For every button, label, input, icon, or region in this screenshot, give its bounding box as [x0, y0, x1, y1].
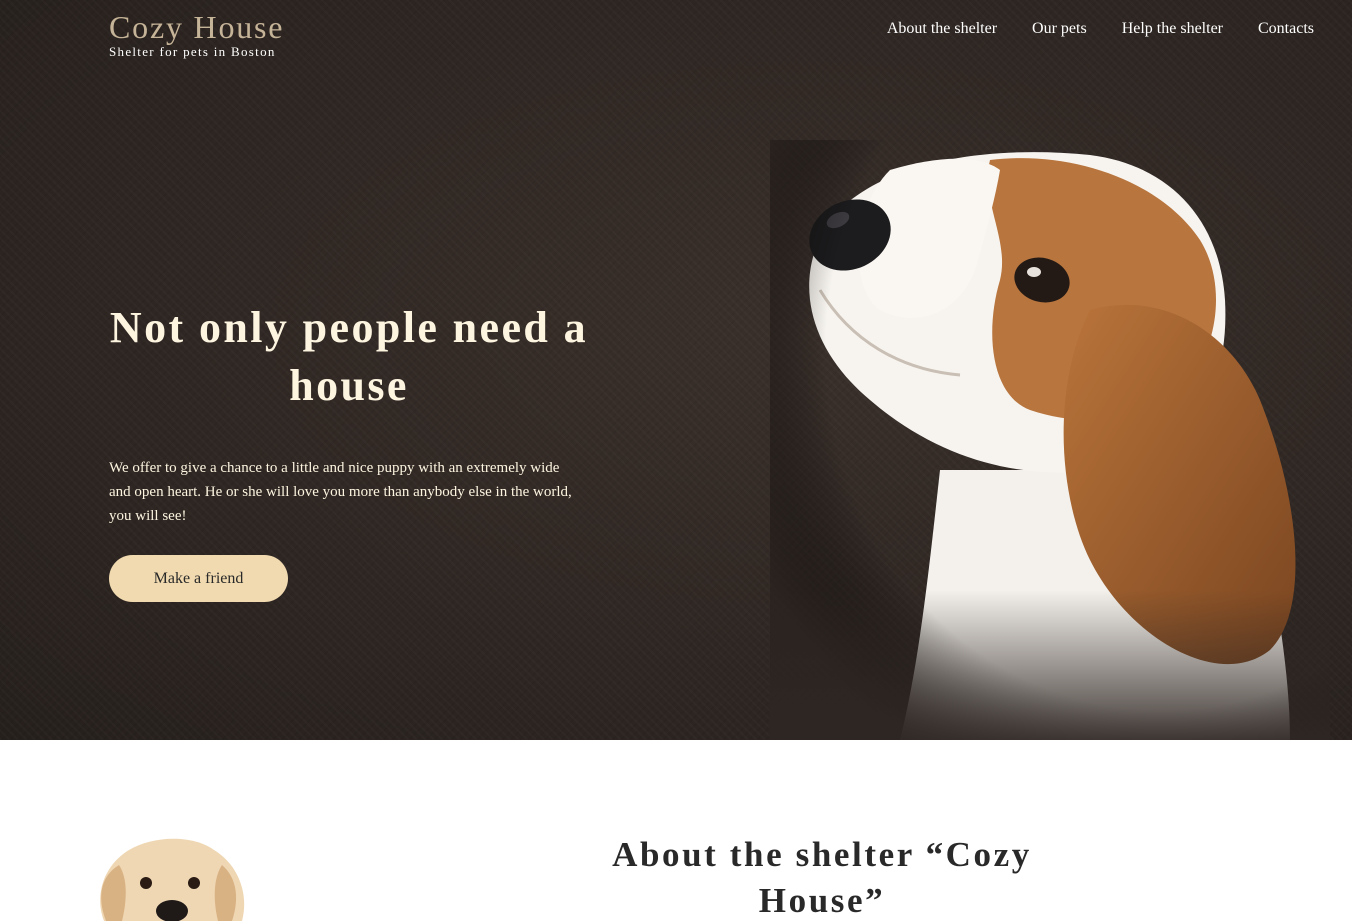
nav-item-contacts[interactable]: Contacts	[1258, 19, 1314, 39]
about-section: About the shelter “Cozy House”	[0, 740, 1352, 921]
golden-retriever-puppy-image	[100, 838, 245, 921]
hero-description: We offer to give a chance to a little an…	[109, 460, 572, 524]
hero-title: Not only people need a house	[109, 303, 589, 410]
beagle-puppy-image	[770, 140, 1330, 740]
logo[interactable]: Cozy House Shelter for pets in Boston	[109, 8, 284, 58]
nav-item-about[interactable]: About the shelter	[887, 19, 997, 39]
make-a-friend-button[interactable]: Make a friend	[109, 555, 288, 602]
main-nav: About the shelter Our pets Help the shel…	[887, 19, 1314, 39]
hero-section: Cozy House Shelter for pets in Boston Ab…	[0, 0, 1352, 740]
about-title: About the shelter “Cozy House”	[612, 835, 1032, 920]
logo-subtitle: Shelter for pets in Boston	[109, 44, 276, 59]
nav-item-our-pets[interactable]: Our pets	[1032, 19, 1087, 39]
nav-item-help[interactable]: Help the shelter	[1122, 19, 1223, 39]
logo-title[interactable]: Cozy House	[109, 8, 284, 46]
